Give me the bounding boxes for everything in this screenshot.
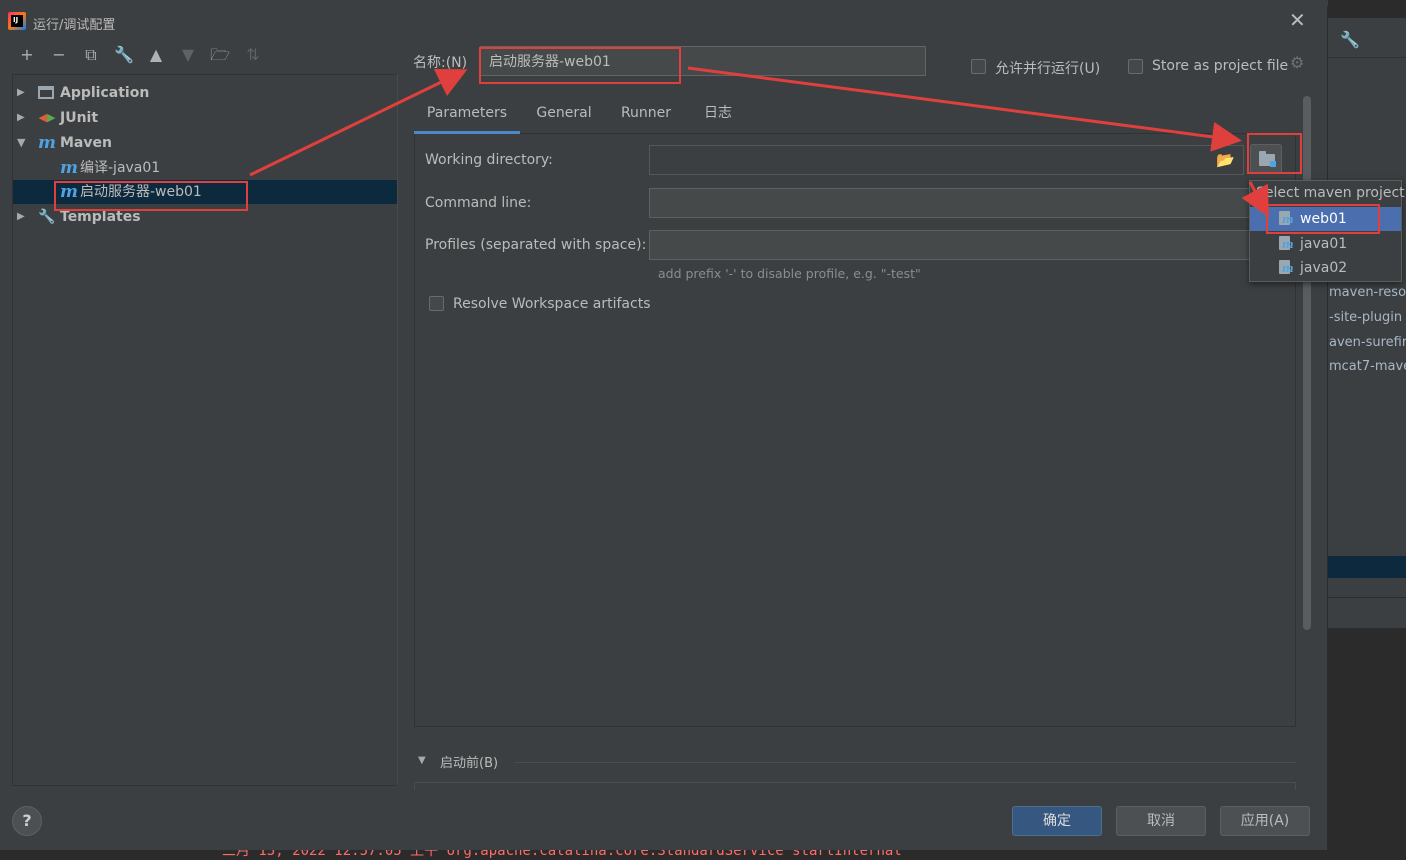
tab-runner[interactable]: Runner <box>610 94 682 134</box>
maven-plugin-item[interactable]: aven-surefir <box>1329 335 1406 350</box>
expand-arrow-icon[interactable]: ▶ <box>17 106 25 130</box>
scrollbar[interactable] <box>1303 96 1311 630</box>
close-icon[interactable]: ✕ <box>1289 10 1306 30</box>
before-launch-list <box>414 782 1296 790</box>
wrench-icon[interactable]: 🔧 <box>113 44 135 66</box>
move-down-icon[interactable]: ▼ <box>177 44 199 66</box>
maven-plugin-item[interactable]: -site-plugin <box>1329 310 1406 325</box>
application-icon <box>38 84 56 102</box>
maven-icon: m <box>38 133 56 153</box>
collapse-arrow-icon[interactable]: ▼ <box>418 755 426 766</box>
maven-tool-selection <box>1328 556 1406 578</box>
gear-icon[interactable]: ⚙ <box>1290 53 1304 72</box>
working-directory-label: Working directory: <box>425 152 553 168</box>
expand-arrow-icon[interactable]: ▶ <box>17 81 25 105</box>
before-launch-section[interactable]: ▼ 启动前(B) <box>414 752 1296 772</box>
popup-item-java02[interactable]: m java02 <box>1250 256 1401 280</box>
tree-item-label: 编译-java01 <box>80 160 161 176</box>
parallel-run-label: 允许并行运行(U) <box>995 61 1101 77</box>
tree-item-label: JUnit <box>60 110 99 126</box>
working-directory-field[interactable] <box>649 145 1244 175</box>
new-folder-icon[interactable]: 🗁 <box>209 44 231 66</box>
config-tabs: Parameters General Runner 日志 <box>414 94 1296 134</box>
dialog-title: 运行/调试配置 <box>33 18 116 33</box>
tree-item-label: Maven <box>60 135 112 151</box>
collapse-arrow-icon[interactable]: ▼ <box>17 131 25 155</box>
maven-plugin-item[interactable]: mcat7-mave <box>1329 359 1406 374</box>
profiles-hint: add prefix '-' to disable profile, e.g. … <box>658 266 921 281</box>
resolve-workspace-checkbox[interactable] <box>429 296 444 311</box>
dialog-title-bar: IJ 运行/调试配置 ✕ <box>0 6 1328 38</box>
tree-item-maven[interactable]: ▼ m Maven <box>13 131 397 155</box>
tree-item-junit[interactable]: ▶ ◀▶ JUnit <box>13 106 397 130</box>
config-toolbar: + − ⧉ 🔧 ▲ ▼ 🗁 ⇅ <box>12 44 397 70</box>
popup-title: Select maven project <box>1256 185 1405 201</box>
annotation-box-tree-item <box>54 181 248 211</box>
wrench-icon[interactable]: 🔧 <box>1340 30 1360 49</box>
store-project-file-label: Store as project file <box>1152 58 1289 74</box>
apply-button[interactable]: 应用(A) <box>1220 806 1310 836</box>
annotation-box-web01 <box>1266 204 1380 234</box>
help-button[interactable]: ? <box>12 806 42 836</box>
tab-parameters[interactable]: Parameters <box>414 94 520 134</box>
resolve-workspace-label: Resolve Workspace artifacts <box>453 296 651 312</box>
name-label: 名称:(N) <box>413 55 468 71</box>
parameters-panel <box>414 134 1296 727</box>
tree-item-compile-java01[interactable]: m 编译-java01 <box>13 156 397 180</box>
command-line-input[interactable] <box>649 188 1259 218</box>
command-line-label: Command line: <box>425 195 532 211</box>
divider <box>514 762 1296 763</box>
sort-icon[interactable]: ⇅ <box>242 44 264 66</box>
annotation-box-name <box>479 47 681 84</box>
maven-tool-divider <box>1328 597 1406 598</box>
console-text: 三月 15, 2022 12:57:05 上午 org.apache.catal… <box>222 850 902 859</box>
junit-icon: ◀▶ <box>38 111 56 124</box>
profiles-label: Profiles (separated with space): <box>425 237 647 253</box>
parallel-run-checkbox[interactable] <box>971 59 986 74</box>
maven-plugin-item[interactable]: maven-reso <box>1329 285 1406 300</box>
store-project-file-checkbox[interactable] <box>1128 59 1143 74</box>
tree-item-application[interactable]: ▶ Application <box>13 81 397 105</box>
annotation-box-browse <box>1247 133 1302 174</box>
profiles-input[interactable] <box>649 230 1259 260</box>
add-config-button[interactable]: + <box>16 44 38 66</box>
tab-general[interactable]: General <box>524 94 604 134</box>
popup-item-label: java02 <box>1300 260 1348 276</box>
console-output: 三月 15, 2022 12:57:05 上午 org.apache.catal… <box>208 850 1328 860</box>
popup-item-java01[interactable]: m java01 <box>1250 232 1401 256</box>
move-up-icon[interactable]: ▲ <box>145 44 167 66</box>
maven-icon: m <box>60 158 78 178</box>
maven-module-icon: m <box>1278 235 1294 253</box>
ok-button[interactable]: 确定 <box>1012 806 1102 836</box>
expand-arrow-icon[interactable]: ▶ <box>17 205 25 229</box>
intellij-logo-icon: IJ <box>8 12 26 30</box>
remove-config-button[interactable]: − <box>48 44 70 66</box>
folder-icon[interactable]: 📂 <box>1216 151 1235 169</box>
before-launch-label: 启动前(B) <box>440 756 499 771</box>
tab-log[interactable]: 日志 <box>694 94 742 134</box>
cancel-button[interactable]: 取消 <box>1116 806 1206 836</box>
copy-icon[interactable]: ⧉ <box>80 44 102 66</box>
popup-item-label: java01 <box>1300 236 1348 252</box>
maven-module-icon: m <box>1278 259 1294 277</box>
tree-item-label: Application <box>60 85 150 101</box>
